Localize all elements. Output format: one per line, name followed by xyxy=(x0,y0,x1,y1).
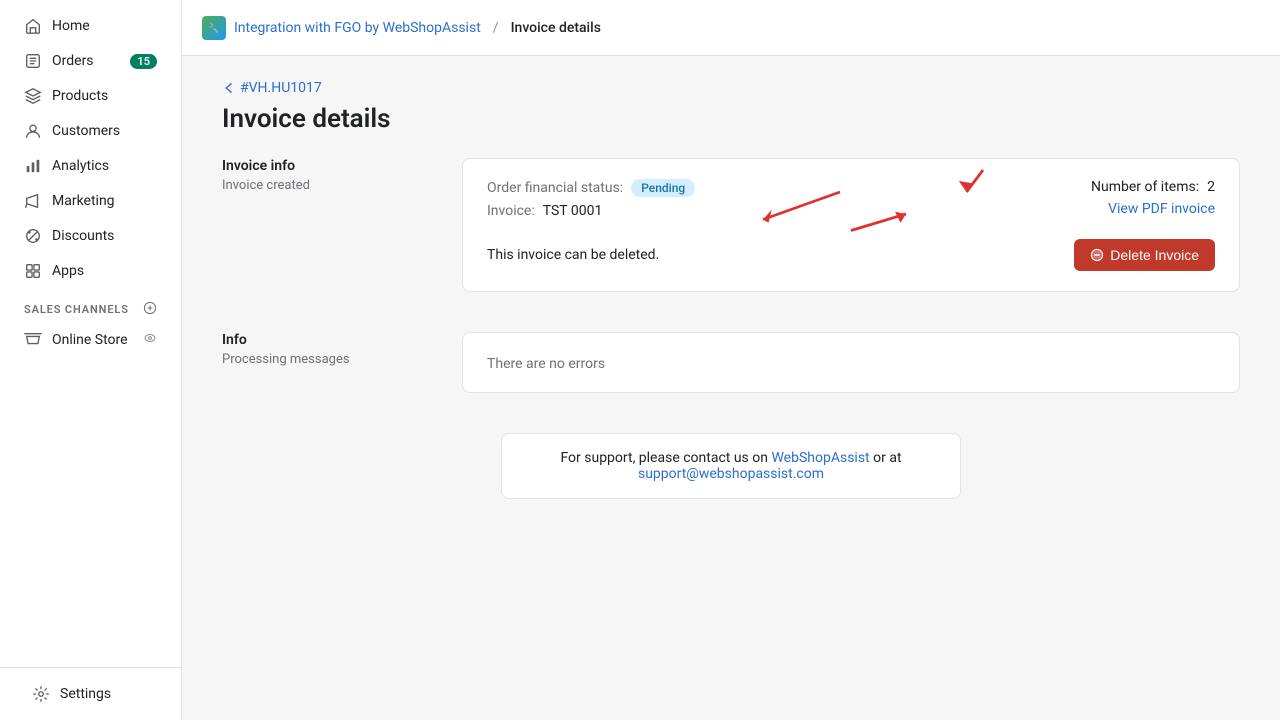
sidebar-item-online-store-label: Online Store xyxy=(52,332,128,348)
info-card: There are no errors xyxy=(462,332,1240,393)
sidebar-item-discounts-label: Discounts xyxy=(52,228,114,244)
no-errors-text: There are no errors xyxy=(487,356,605,372)
info-content: There are no errors xyxy=(462,332,1240,413)
order-status-row: Order financial status: Pending xyxy=(487,179,695,197)
main-content: 🔧 Integration with FGO by WebShopAssist … xyxy=(182,0,1280,720)
sidebar-item-analytics[interactable]: Analytics xyxy=(8,149,173,183)
order-status-label: Order financial status: xyxy=(487,180,623,196)
status-badge: Pending xyxy=(631,179,695,197)
support-text-before: For support, please contact us on xyxy=(560,450,768,466)
sidebar-item-apps[interactable]: Apps xyxy=(8,254,173,288)
orders-icon xyxy=(24,52,42,70)
sidebar-item-discounts[interactable]: Discounts xyxy=(8,219,173,253)
invoice-info-content: Order financial status: Pending Invoice:… xyxy=(462,158,1240,312)
sales-channels-header: SALES CHANNELS xyxy=(0,289,181,322)
num-items-row: Number of items: 2 xyxy=(1091,179,1215,195)
sidebar-item-customers[interactable]: Customers xyxy=(8,114,173,148)
sidebar-item-customers-label: Customers xyxy=(52,123,120,139)
online-store-eye-icon[interactable] xyxy=(143,331,157,349)
invoice-info-section: Invoice info Invoice created Order finan… xyxy=(222,158,1240,312)
sidebar-item-apps-label: Apps xyxy=(52,263,84,279)
support-text-middle: or at xyxy=(873,450,901,466)
sidebar-item-analytics-label: Analytics xyxy=(52,158,109,174)
sidebar-item-orders[interactable]: Orders 15 xyxy=(8,44,173,78)
invoice-number-row: Invoice: TST 0001 xyxy=(487,203,695,219)
add-sales-channel-icon[interactable] xyxy=(143,301,157,318)
sidebar-item-orders-label: Orders xyxy=(52,53,94,69)
sidebar-item-products[interactable]: Products xyxy=(8,79,173,113)
discounts-icon xyxy=(24,227,42,245)
sidebar-nav: Home Orders 15 Products Customers xyxy=(0,0,181,667)
invoice-info-label-col: Invoice info Invoice created xyxy=(222,158,422,312)
analytics-icon xyxy=(24,157,42,175)
online-store-icon xyxy=(24,331,42,349)
invoice-card-inner: Order financial status: Pending Invoice:… xyxy=(463,159,1239,291)
sidebar-item-online-store[interactable]: Online Store xyxy=(8,323,173,357)
num-items-label: Number of items: xyxy=(1091,179,1199,195)
sidebar-bottom: Settings xyxy=(0,667,181,720)
info-card-inner: There are no errors xyxy=(463,333,1239,392)
page-title: Invoice details xyxy=(222,104,1240,134)
num-items-value: 2 xyxy=(1207,179,1215,195)
sales-channels-label: SALES CHANNELS xyxy=(24,303,129,316)
info-section: Info Processing messages There are no er… xyxy=(222,332,1240,413)
invoice-top-row: Order financial status: Pending Invoice:… xyxy=(487,179,1215,219)
products-icon xyxy=(24,87,42,105)
home-icon xyxy=(24,17,42,35)
content-area: #VH.HU1017 Invoice details Invoice info … xyxy=(182,56,1280,720)
invoice-bottom-row: This invoice can be deleted. Delete Invo… xyxy=(487,239,1215,271)
back-link-text: #VH.HU1017 xyxy=(240,80,322,96)
sidebar-item-marketing[interactable]: Marketing xyxy=(8,184,173,218)
info-section-title: Info xyxy=(222,332,422,348)
sidebar: Home Orders 15 Products Customers xyxy=(0,0,182,720)
sidebar-item-home-label: Home xyxy=(52,18,90,34)
deletable-note: This invoice can be deleted. xyxy=(487,247,659,263)
sidebar-item-home[interactable]: Home xyxy=(8,9,173,43)
back-link[interactable]: #VH.HU1017 xyxy=(222,80,1240,96)
info-label-col: Info Processing messages xyxy=(222,332,422,413)
back-arrow-icon xyxy=(222,81,236,95)
orders-badge: 15 xyxy=(130,54,157,69)
breadcrumb-app-link[interactable]: Integration with FGO by WebShopAssist xyxy=(234,20,481,36)
delete-invoice-button[interactable]: Delete Invoice xyxy=(1074,239,1215,271)
customers-icon xyxy=(24,122,42,140)
svg-text:🔧: 🔧 xyxy=(208,22,219,34)
invoice-number: TST 0001 xyxy=(543,203,603,219)
invoice-info-card: Order financial status: Pending Invoice:… xyxy=(462,158,1240,292)
sidebar-item-settings-label: Settings xyxy=(60,686,111,702)
delete-button-label: Delete Invoice xyxy=(1110,247,1199,263)
webshopassist-link[interactable]: WebShopAssist xyxy=(771,450,869,466)
sidebar-item-marketing-label: Marketing xyxy=(52,193,115,209)
invoice-left-col: Order financial status: Pending Invoice:… xyxy=(487,179,695,219)
sidebar-item-products-label: Products xyxy=(52,88,108,104)
breadcrumb-current: Invoice details xyxy=(511,20,601,36)
topbar: 🔧 Integration with FGO by WebShopAssist … xyxy=(182,0,1280,56)
app-icon: 🔧 xyxy=(202,16,226,40)
support-email-link[interactable]: support@webshopassist.com xyxy=(638,466,824,482)
support-footer: For support, please contact us on WebSho… xyxy=(501,433,961,499)
apps-icon xyxy=(24,262,42,280)
breadcrumb-separator: / xyxy=(493,20,499,36)
invoice-right-col: Number of items: 2 View PDF invoice xyxy=(1091,179,1215,217)
marketing-icon xyxy=(24,192,42,210)
view-pdf-link[interactable]: View PDF invoice xyxy=(1108,201,1215,217)
sidebar-item-settings[interactable]: Settings xyxy=(16,677,165,711)
settings-icon xyxy=(32,685,50,703)
delete-icon xyxy=(1090,248,1104,262)
invoice-info-subtitle: Invoice created xyxy=(222,178,422,193)
info-section-subtitle: Processing messages xyxy=(222,352,422,367)
invoice-details: Order financial status: Pending Invoice:… xyxy=(487,179,1215,271)
invoice-info-title: Invoice info xyxy=(222,158,422,174)
invoice-label: Invoice: xyxy=(487,203,535,219)
